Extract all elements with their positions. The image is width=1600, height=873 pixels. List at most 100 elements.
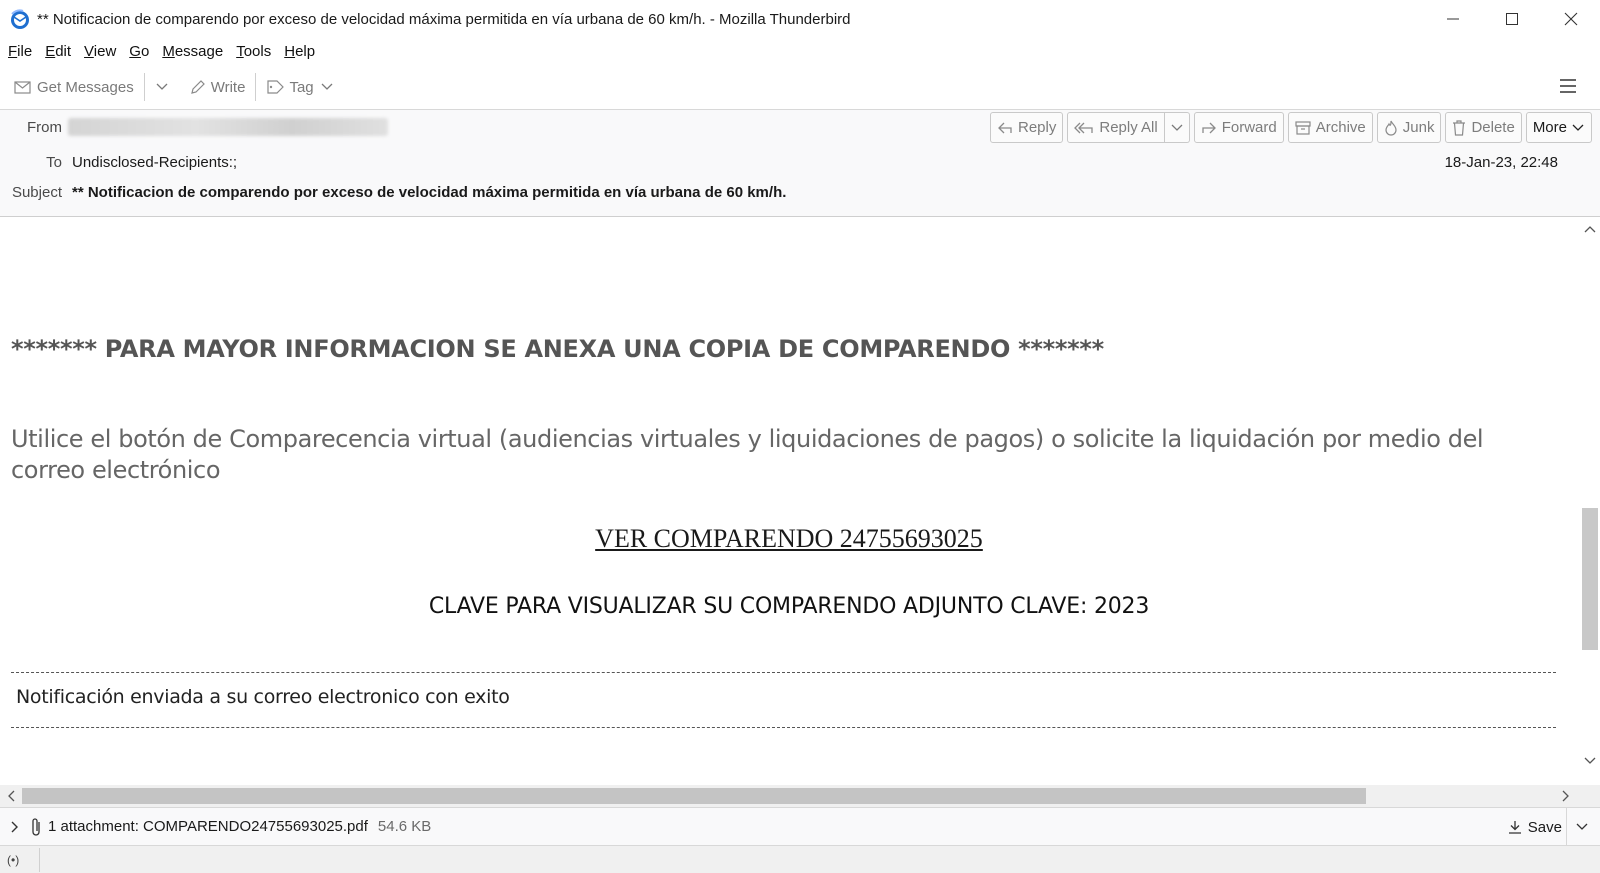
menu-rest: elp [295, 43, 316, 60]
horizontal-scroll-thumb[interactable] [22, 788, 1366, 804]
pencil-icon [190, 80, 205, 94]
horizontal-scrollbar[interactable] [0, 785, 1578, 807]
chevron-down-icon [1576, 823, 1587, 830]
junk-button[interactable]: Junk [1376, 112, 1442, 143]
menu-edit[interactable]: Edit [45, 43, 71, 60]
close-button[interactable] [1541, 0, 1600, 38]
menu-bar: File Edit View Go Message Tools Help [0, 38, 1600, 65]
message-header: From To Undisclosed-Recipients:; Subject… [0, 109, 1600, 217]
chevron-right-icon [11, 821, 18, 832]
chevron-down-icon [1171, 124, 1183, 131]
scroll-left-button[interactable] [3, 788, 19, 804]
maximize-button[interactable] [1482, 0, 1541, 38]
reply-all-dropdown[interactable] [1164, 112, 1190, 143]
to-value[interactable]: Undisclosed-Recipients:; [72, 154, 237, 171]
more-button[interactable]: More [1525, 112, 1592, 143]
delete-button[interactable]: Delete [1445, 112, 1522, 143]
menu-accel: E [45, 43, 56, 60]
forward-label: Forward [1221, 119, 1277, 136]
save-attachment-button[interactable]: Save [1508, 808, 1562, 846]
vertical-scroll-thumb[interactable] [1582, 508, 1598, 650]
window-title: ** Notificacion de comparendo por exceso… [37, 10, 851, 28]
scroll-right-button[interactable] [1558, 788, 1574, 804]
notification-text: Notificación enviada a su correo electro… [16, 686, 510, 708]
vertical-scrollbar[interactable] [1578, 218, 1600, 785]
tag-button[interactable]: Tag [262, 72, 337, 102]
reply-button[interactable]: Reply [990, 112, 1064, 143]
menu-message[interactable]: Message [162, 43, 223, 60]
view-comparendo-link[interactable]: VER COMPARENDO 24755693025 [595, 524, 983, 553]
more-label: More [1532, 119, 1567, 136]
wifi-status-icon[interactable]: (•) [7, 853, 31, 867]
chevron-down-icon [1572, 124, 1584, 131]
junk-icon [1385, 120, 1397, 136]
message-date: 18-Jan-23, 22:48 [1444, 154, 1558, 171]
chevron-down-icon [156, 83, 168, 90]
attachment-expand-toggle[interactable] [0, 808, 30, 846]
menu-rest: o [140, 43, 150, 60]
main-toolbar: Get Messages Write Tag [0, 68, 1600, 106]
write-button[interactable]: Write [186, 72, 250, 102]
forward-button[interactable]: Forward [1193, 112, 1284, 143]
attachment-bar: 1 attachment: COMPARENDO24755693025.pdf … [0, 807, 1600, 846]
subject-value: ** Notificacion de comparendo por exceso… [72, 184, 787, 201]
reply-all-icon [1074, 122, 1094, 133]
reply-all-button[interactable]: Reply All [1067, 112, 1165, 143]
get-messages-label: Get Messages [37, 78, 134, 96]
reply-icon [998, 122, 1012, 133]
menu-help[interactable]: Help [284, 43, 315, 60]
menu-accel: G [129, 43, 141, 60]
body-lead-paragraph: Utilice el botón de Comparecencia virtua… [11, 425, 1484, 484]
dashed-divider [11, 672, 1556, 673]
menu-tools[interactable]: Tools [236, 43, 271, 60]
menu-rest: iew [93, 43, 117, 60]
toolbar-divider [255, 73, 257, 101]
toolbar-divider [143, 73, 145, 101]
archive-label: Archive [1315, 119, 1366, 136]
menu-rest: essage [174, 43, 224, 60]
attachment-size: 54.6 KB [377, 818, 432, 835]
junk-label: Junk [1402, 119, 1435, 136]
thunderbird-logo-icon [11, 9, 29, 29]
message-actions: Reply Reply All Forward Archive Junk Del… [986, 112, 1592, 143]
archive-button[interactable]: Archive [1287, 112, 1373, 143]
reply-label: Reply [1018, 119, 1057, 136]
attachment-label[interactable]: 1 attachment: COMPARENDO24755693025.pdf [48, 818, 368, 835]
title-bar: ** Notificacion de comparendo por exceso… [0, 0, 1600, 38]
chevron-right-icon [1562, 790, 1569, 802]
save-label: Save [1527, 818, 1562, 836]
menu-file[interactable]: File [8, 43, 32, 60]
chevron-down-icon [1584, 757, 1596, 764]
paperclip-icon [32, 817, 40, 836]
minimize-button[interactable] [1423, 0, 1482, 38]
scrollbar-corner [1578, 785, 1600, 807]
scroll-up-button[interactable] [1582, 221, 1598, 237]
clave-text: CLAVE PARA VISUALIZAR SU COMPARENDO ADJU… [428, 594, 1150, 619]
from-label: From [27, 119, 62, 136]
menu-accel: H [284, 43, 296, 60]
menu-accel: M [162, 43, 175, 60]
body-banner: ******* PARA MAYOR INFORMACION SE ANEXA … [11, 335, 1104, 363]
menu-go[interactable]: Go [129, 43, 149, 60]
scroll-down-button[interactable] [1582, 753, 1598, 769]
download-icon [1508, 821, 1521, 834]
menu-view[interactable]: View [84, 43, 116, 60]
tag-icon [267, 80, 285, 94]
status-bar: (•) [0, 845, 1600, 873]
menu-accel: T [236, 43, 244, 60]
get-messages-dropdown[interactable] [151, 72, 178, 102]
menu-accel: V [84, 43, 94, 60]
maximize-icon [1505, 13, 1518, 25]
from-value-redacted[interactable] [68, 118, 388, 136]
menu-accel: F [8, 43, 18, 60]
delete-label: Delete [1471, 119, 1515, 136]
get-messages-button[interactable]: Get Messages [10, 72, 138, 102]
trash-icon [1453, 119, 1466, 136]
forward-icon [1202, 122, 1216, 133]
save-attachment-dropdown[interactable] [1566, 808, 1596, 846]
chevron-up-icon [1584, 226, 1596, 233]
envelope-icon [14, 81, 31, 94]
to-label: To [46, 154, 62, 171]
dashed-divider [11, 727, 1556, 728]
hamburger-menu-icon[interactable] [1558, 76, 1578, 96]
